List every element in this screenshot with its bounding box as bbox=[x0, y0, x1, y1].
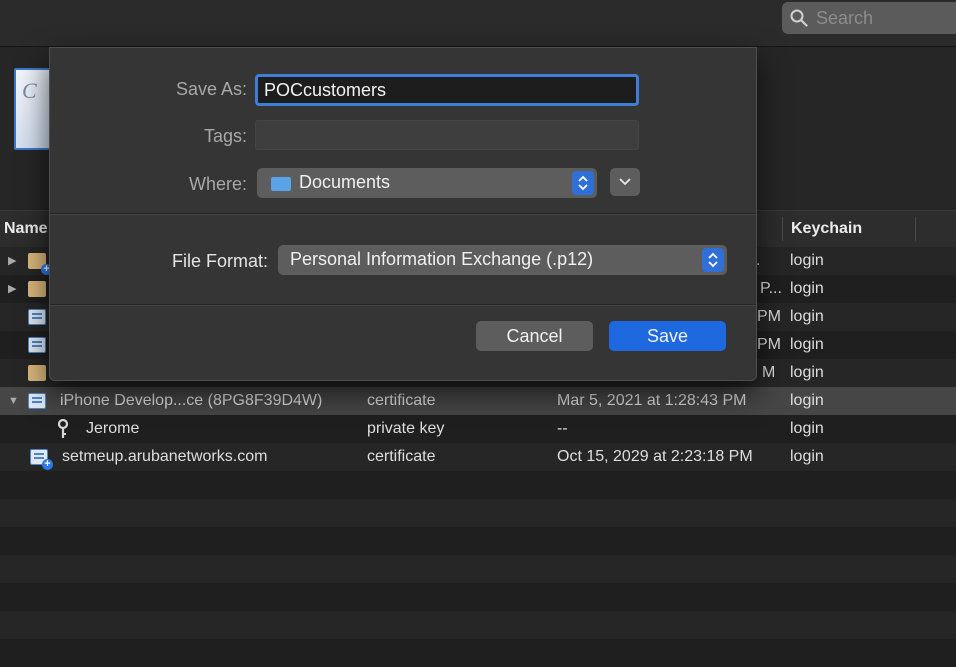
disclosure-triangle-icon[interactable]: ▶ bbox=[8, 275, 16, 303]
popup-stepper-icon bbox=[572, 171, 594, 195]
disclosure-triangle-icon[interactable]: ▶ bbox=[8, 247, 16, 275]
date-cell: P... bbox=[760, 280, 782, 297]
expand-dialog-button[interactable] bbox=[610, 168, 640, 196]
keychain-cell: login bbox=[790, 308, 824, 325]
kind-cell: private key bbox=[367, 420, 445, 437]
window-toolbar: Search bbox=[0, 0, 956, 47]
name-cell: iPhone Develop...ce (8PG8F39D4W) bbox=[60, 392, 323, 409]
file-format-popup[interactable]: Personal Information Exchange (.p12) bbox=[278, 245, 727, 275]
where-value: Documents bbox=[299, 172, 391, 192]
cancel-button[interactable]: Cancel bbox=[476, 321, 593, 351]
save-as-label: Save As: bbox=[175, 79, 247, 99]
folder-icon bbox=[271, 177, 291, 191]
dialog-divider bbox=[50, 213, 756, 215]
certificate-icon bbox=[28, 393, 46, 409]
date-cell: -- bbox=[557, 420, 568, 437]
empty-row bbox=[0, 583, 956, 611]
table-row[interactable]: Jerome private key -- login bbox=[0, 415, 956, 443]
empty-row bbox=[0, 639, 956, 667]
where-label: Where: bbox=[188, 174, 247, 194]
empty-row bbox=[0, 555, 956, 583]
popup-stepper-icon bbox=[702, 248, 724, 272]
certificate-icon bbox=[28, 337, 46, 353]
disclosure-triangle-icon[interactable]: ▼ bbox=[8, 387, 19, 415]
save-button[interactable]: Save bbox=[609, 321, 726, 351]
key-icon bbox=[57, 419, 69, 438]
tags-label: Tags: bbox=[203, 126, 247, 146]
kind-cell: certificate bbox=[367, 392, 436, 409]
empty-row bbox=[0, 499, 956, 527]
table-row[interactable]: setmeup.arubanetworks.com certificate Oc… bbox=[0, 443, 956, 471]
save-dialog: Save As: Tags: Where: Documents File For… bbox=[49, 47, 757, 381]
date-cell: Mar 5, 2021 at 1:28:43 PM bbox=[557, 392, 747, 409]
tags-input[interactable] bbox=[255, 120, 639, 150]
search-field[interactable]: Search bbox=[782, 2, 956, 34]
folder-cert-icon bbox=[28, 253, 52, 275]
column-header-name[interactable]: Name bbox=[4, 211, 48, 247]
empty-row bbox=[0, 611, 956, 639]
date-cell: M bbox=[762, 364, 776, 381]
name-cell: setmeup.arubanetworks.com bbox=[62, 448, 268, 465]
dialog-divider bbox=[50, 304, 756, 306]
date-cell: PM bbox=[757, 308, 781, 325]
keychain-cell: login bbox=[790, 280, 824, 297]
empty-row bbox=[0, 471, 956, 499]
search-icon bbox=[790, 9, 808, 27]
certificate-icon bbox=[28, 309, 46, 325]
empty-row bbox=[0, 527, 956, 555]
kind-cell: certificate bbox=[367, 448, 436, 465]
keychain-cell: login bbox=[790, 364, 824, 381]
name-cell: Jerome bbox=[86, 420, 140, 437]
keychain-cell: login bbox=[790, 252, 824, 269]
folder-icon bbox=[28, 281, 46, 297]
date-cell: PM bbox=[757, 336, 781, 353]
where-popup[interactable]: Documents bbox=[257, 168, 597, 198]
column-divider[interactable] bbox=[915, 217, 916, 241]
column-header-keychain[interactable]: Keychain bbox=[791, 211, 862, 247]
save-as-input[interactable] bbox=[255, 74, 639, 106]
search-placeholder: Search bbox=[816, 7, 874, 28]
table-row[interactable]: ▼ iPhone Develop...ce (8PG8F39D4W) certi… bbox=[0, 387, 956, 415]
keychain-cell: login bbox=[790, 448, 824, 465]
keychain-cell: login bbox=[790, 336, 824, 353]
keychain-cell: login bbox=[790, 420, 824, 437]
chevron-down-icon bbox=[619, 178, 631, 186]
keychain-cell: login bbox=[790, 392, 824, 409]
date-cell: Oct 15, 2029 at 2:23:18 PM bbox=[557, 448, 753, 465]
column-divider[interactable] bbox=[782, 217, 783, 241]
file-format-label: File Format: bbox=[171, 251, 268, 271]
certificate-plus-icon bbox=[30, 449, 53, 470]
file-format-value: Personal Information Exchange (.p12) bbox=[290, 249, 594, 269]
folder-icon bbox=[28, 365, 46, 381]
